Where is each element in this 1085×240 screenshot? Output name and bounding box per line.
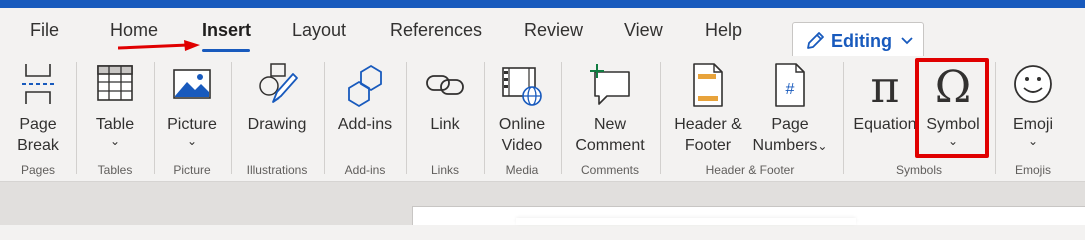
tab-file[interactable]: File (30, 20, 59, 41)
table-label: Table (95, 116, 135, 133)
page-break-button[interactable]: Page Break (8, 60, 68, 160)
page-numbers-button[interactable]: # Page Numbers⌄ (748, 60, 832, 160)
group-label-add-ins: Add-ins (344, 163, 386, 177)
page-numbers-label-line1: Page (771, 116, 809, 133)
tab-review[interactable]: Review (524, 20, 583, 41)
group-divider (406, 62, 407, 174)
group-divider (660, 62, 661, 174)
svg-text:#: # (786, 81, 795, 98)
tab-view[interactable]: View (624, 20, 663, 41)
online-video-label-line1: Online (498, 116, 546, 133)
group-divider (843, 62, 844, 174)
emoji-chevron-icon: ⌄ (1027, 134, 1039, 148)
group-label-pages: Pages (20, 163, 56, 177)
symbol-button[interactable]: Ω Symbol ⌄ (920, 60, 986, 160)
tab-help[interactable]: Help (705, 20, 742, 41)
group-label-symbols: Symbols (895, 163, 942, 177)
add-ins-button[interactable]: Add-ins (332, 60, 398, 160)
active-tab-indicator (202, 49, 250, 52)
tab-home[interactable]: Home (110, 20, 158, 41)
link-button[interactable]: Link (414, 60, 476, 160)
symbol-label: Symbol (926, 116, 980, 133)
editing-mode-button[interactable]: Editing (792, 22, 924, 60)
new-comment-button[interactable]: New Comment (568, 60, 652, 160)
add-ins-icon (348, 64, 382, 108)
group-label-emojis: Emojis (1014, 163, 1051, 177)
add-ins-label: Add-ins (337, 116, 393, 133)
header-footer-label-line1: Header & (674, 116, 742, 133)
group-divider (561, 62, 562, 174)
page-numbers-icon: # (775, 63, 805, 107)
group-label-illustrations: Illustrations (246, 163, 308, 177)
new-comment-label-line2: Comment (575, 137, 645, 154)
editing-label: Editing (831, 30, 892, 51)
header-footer-icon (693, 63, 723, 107)
smiley-icon (1014, 65, 1052, 103)
group-label-header-footer: Header & Footer (705, 163, 795, 177)
ribbon-tab-bar: File Home Insert Layout References Revie… (0, 8, 1085, 60)
document-page-content (516, 218, 856, 225)
table-icon (97, 65, 133, 101)
group-divider (154, 62, 155, 174)
omega-icon: Ω (935, 62, 971, 108)
page-numbers-chevron-icon: ⌄ (817, 139, 828, 153)
group-divider (76, 62, 77, 174)
new-comment-label-line1: New (593, 116, 626, 133)
insert-ribbon: Page Break Pages Table ⌄ Tables Picture ⌄… (0, 56, 1085, 182)
group-divider (324, 62, 325, 174)
tab-references[interactable]: References (390, 20, 482, 41)
page-break-icon (22, 64, 54, 104)
online-video-label-line2: Video (501, 137, 543, 154)
equation-label: Equation (853, 116, 917, 133)
group-divider (231, 62, 232, 174)
equation-button[interactable]: π Equation (852, 60, 918, 160)
group-label-media: Media (505, 163, 539, 177)
header-footer-label-line2: Footer (684, 137, 732, 154)
online-video-button[interactable]: Online Video (490, 60, 554, 160)
link-icon (426, 75, 464, 95)
group-label-tables: Tables (97, 163, 133, 177)
page-break-label-line1: Page (19, 116, 57, 133)
tab-layout[interactable]: Layout (292, 20, 346, 41)
new-comment-icon (590, 64, 630, 105)
symbol-chevron-icon: ⌄ (947, 134, 959, 148)
group-label-links: Links (430, 163, 459, 177)
emoji-label: Emoji (1012, 116, 1053, 133)
drawing-icon (259, 63, 298, 103)
drawing-button[interactable]: Drawing (240, 60, 314, 160)
emoji-button[interactable]: Emoji ⌄ (1002, 60, 1064, 160)
drawing-label: Drawing (247, 116, 307, 133)
table-chevron-icon: ⌄ (109, 134, 121, 148)
picture-icon (173, 69, 211, 99)
annotation-arrow-icon (118, 40, 200, 51)
picture-button[interactable]: Picture ⌄ (160, 60, 224, 160)
tab-insert[interactable]: Insert (202, 20, 251, 41)
page-numbers-label-line2: Numbers (752, 137, 818, 154)
picture-label: Picture (167, 116, 217, 133)
picture-chevron-icon: ⌄ (186, 134, 198, 148)
group-label-picture: Picture (173, 163, 211, 177)
pencil-icon (807, 32, 824, 49)
title-bar-strip (0, 0, 1085, 8)
group-divider (484, 62, 485, 174)
online-video-icon (502, 67, 542, 106)
link-label: Link (430, 116, 460, 133)
chevron-down-icon (901, 37, 913, 45)
page-break-label-line2: Break (17, 137, 59, 154)
svg-text:π: π (871, 62, 900, 108)
pi-icon: π (871, 62, 900, 108)
header-footer-button[interactable]: Header & Footer (668, 60, 748, 160)
group-divider (995, 62, 996, 174)
table-button[interactable]: Table ⌄ (84, 60, 146, 160)
svg-text:Ω: Ω (935, 62, 971, 108)
group-label-comments: Comments (580, 163, 639, 177)
